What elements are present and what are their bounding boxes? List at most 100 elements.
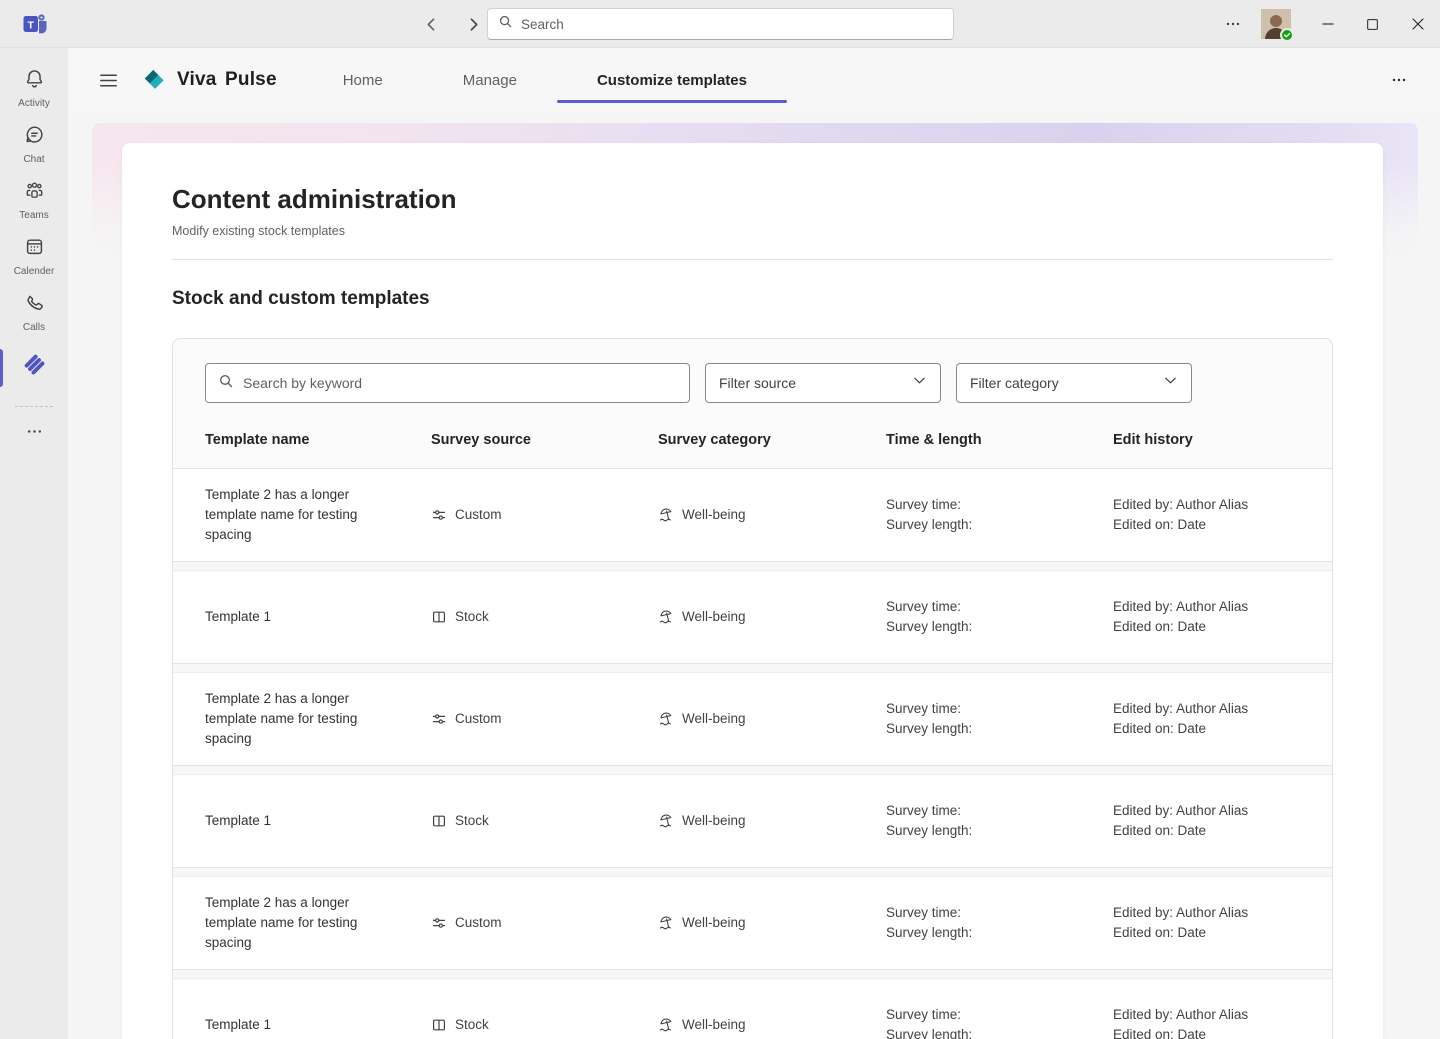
teams-logo-icon: T	[21, 10, 49, 38]
table-row[interactable]: Template 1 Stock Well-being Survey time:…	[173, 570, 1332, 664]
table-row[interactable]: Template 2 has a longer template name fo…	[173, 672, 1332, 766]
page-title: Content administration	[172, 184, 457, 214]
beach-umbrella-icon	[658, 915, 674, 931]
time-length-cell: Survey time: Survey length:	[886, 497, 973, 532]
table-header-row: Template name Survey source Survey categ…	[173, 432, 1332, 468]
time-length-cell: Survey time: Survey length:	[886, 701, 973, 736]
titlebar-more-icon[interactable]	[1213, 0, 1253, 48]
beach-umbrella-icon	[658, 1017, 674, 1033]
search-icon	[498, 14, 513, 34]
survey-source-cell: Custom	[431, 913, 658, 933]
sidebar-item-label: Calender	[13, 266, 55, 277]
viva-pulse-logo-icon	[140, 67, 167, 94]
edit-history-cell: Edited by: Author Alias Edited on: Date	[1113, 497, 1249, 532]
sidebar-item-chat[interactable]: Chat	[0, 116, 68, 172]
table-row[interactable]: Template 1 Stock Well-being Survey time:…	[173, 774, 1332, 868]
template-name-cell: Template 2 has a longer template name fo…	[205, 487, 358, 542]
sidebar-more-apps-icon[interactable]	[0, 423, 68, 440]
table-row[interactable]: Template 1 Stock Well-being Survey time:…	[173, 978, 1332, 1039]
beach-umbrella-icon	[658, 711, 674, 727]
sidebar-item-activity[interactable]: Activity	[0, 60, 68, 116]
edit-history-cell: Edited by: Author Alias Edited on: Date	[1113, 599, 1249, 634]
window-close-button[interactable]	[1395, 0, 1440, 48]
time-length-cell: Survey time: Survey length:	[886, 905, 973, 940]
page-divider	[172, 259, 1333, 260]
filter-category-dropdown[interactable]: Filter category	[956, 363, 1192, 403]
keyword-search-input[interactable]: Search by keyword	[205, 363, 690, 403]
presence-available-icon	[1280, 28, 1294, 42]
survey-source-cell: Custom	[431, 709, 658, 729]
keyword-search-placeholder: Search by keyword	[243, 375, 363, 391]
column-header-survey-source: Survey source	[431, 432, 531, 448]
content-card: Content administration Modify existing s…	[122, 143, 1383, 1039]
viva-pulse-app-icon	[21, 351, 48, 383]
column-header-edit-history: Edit history	[1113, 432, 1193, 448]
chevron-down-icon	[1163, 373, 1178, 393]
tab-home[interactable]: Home	[303, 48, 423, 112]
sidebar-item-label: Teams	[19, 210, 49, 221]
edit-history-cell: Edited by: Author Alias Edited on: Date	[1113, 701, 1249, 736]
template-name-cell: Template 1	[205, 609, 272, 624]
filter-toolbar: Search by keyword Filter source Filter c…	[205, 363, 1300, 403]
survey-category-cell: Well-being	[658, 1015, 886, 1035]
hamburger-menu-icon[interactable]	[93, 65, 123, 95]
calendar-icon	[23, 235, 46, 263]
filter-source-dropdown[interactable]: Filter source	[705, 363, 941, 403]
window-titlebar: T Search	[0, 0, 1440, 48]
nav-forward-button[interactable]	[460, 11, 486, 37]
sidebar-item-calendar[interactable]: Calender	[0, 228, 68, 284]
edit-history-cell: Edited by: Author Alias Edited on: Date	[1113, 1007, 1249, 1039]
survey-source-cell: Stock	[431, 1015, 658, 1035]
time-length-cell: Survey time: Survey length:	[886, 803, 973, 838]
options-icon	[431, 507, 447, 523]
survey-category-cell: Well-being	[658, 709, 886, 729]
tab-manage[interactable]: Manage	[423, 48, 557, 112]
sidebar-item-label: Calls	[22, 322, 46, 333]
template-name-cell: Template 2 has a longer template name fo…	[205, 895, 358, 950]
sidebar-item-label: Activity	[18, 98, 50, 109]
open-book-icon	[431, 813, 447, 829]
viva-pulse-header: Viva Pulse Home Manage Customize templat…	[68, 48, 1440, 112]
templates-table-card: Search by keyword Filter source Filter c…	[172, 338, 1333, 1039]
chat-icon	[23, 123, 46, 151]
bell-icon	[23, 67, 46, 95]
edit-history-cell: Edited by: Author Alias Edited on: Date	[1113, 803, 1249, 838]
phone-icon	[23, 291, 46, 319]
tab-customize-templates[interactable]: Customize templates	[556, 48, 788, 112]
time-length-cell: Survey time: Survey length:	[886, 599, 973, 634]
survey-category-cell: Well-being	[658, 607, 886, 627]
window-maximize-button[interactable]	[1350, 0, 1395, 48]
chevron-down-icon	[912, 373, 927, 393]
global-search-placeholder: Search	[521, 16, 564, 32]
column-header-survey-category: Survey category	[658, 432, 771, 448]
svg-text:T: T	[27, 20, 34, 32]
template-name-cell: Template 1	[205, 813, 272, 828]
edit-history-cell: Edited by: Author Alias Edited on: Date	[1113, 905, 1249, 940]
table-row[interactable]: Template 2 has a longer template name fo…	[173, 876, 1332, 970]
app-header-more-icon[interactable]	[1382, 63, 1416, 97]
search-icon	[218, 373, 234, 394]
beach-umbrella-icon	[658, 609, 674, 625]
time-length-cell: Survey time: Survey length:	[886, 1007, 973, 1039]
sidebar-divider	[15, 406, 53, 407]
table-row[interactable]: Template 2 has a longer template name fo…	[173, 468, 1332, 562]
beach-umbrella-icon	[658, 507, 674, 523]
window-minimize-button[interactable]	[1305, 0, 1350, 48]
sidebar-item-teams[interactable]: Teams	[0, 172, 68, 228]
sidebar-item-calls[interactable]: Calls	[0, 284, 68, 340]
user-avatar[interactable]	[1261, 9, 1294, 42]
open-book-icon	[431, 609, 447, 625]
column-header-time-length: Time & length	[886, 432, 982, 448]
app-tabs: Home Manage Customize templates	[303, 48, 788, 112]
survey-source-cell: Stock	[431, 811, 658, 831]
template-name-cell: Template 1	[205, 1017, 272, 1032]
survey-category-cell: Well-being	[658, 505, 886, 525]
sidebar-item-label: Chat	[23, 154, 45, 165]
sidebar-item-viva-pulse[interactable]	[0, 340, 68, 396]
template-name-cell: Template 2 has a longer template name fo…	[205, 691, 358, 746]
people-team-icon	[23, 179, 46, 207]
global-search-input[interactable]: Search	[487, 8, 954, 40]
app-rail: Activity Chat Teams Calender Calls	[0, 48, 68, 1039]
open-book-icon	[431, 1017, 447, 1033]
nav-back-button[interactable]	[418, 11, 444, 37]
